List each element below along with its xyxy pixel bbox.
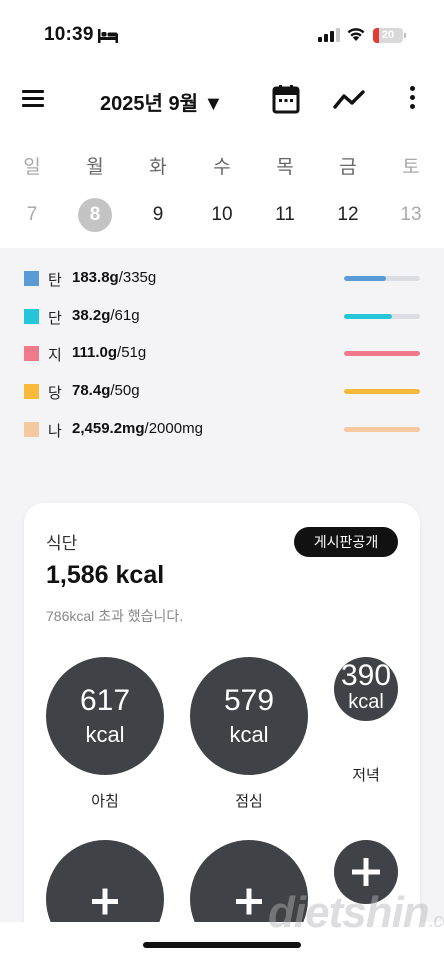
date-12[interactable]: 12	[328, 204, 368, 226]
nutrient-name: 나	[48, 423, 62, 440]
breakfast-kcal: 617	[79, 684, 131, 717]
kcal-unit: kcal	[348, 691, 384, 713]
nutrient-name: 당	[48, 385, 62, 402]
weekday-thu: 목	[276, 157, 294, 178]
dinner-kcal: 390	[340, 659, 392, 692]
nutrient-value: 78.4g/50g	[72, 382, 140, 399]
sugar-swatch	[24, 384, 39, 399]
carbs-swatch	[24, 271, 39, 286]
diet-title: 식단	[46, 534, 78, 553]
weekday-wed: 수	[213, 157, 231, 178]
date-7[interactable]: 7	[12, 204, 52, 226]
nutrient-progress	[344, 276, 420, 281]
date-11[interactable]: 11	[265, 204, 305, 226]
signal-icon	[318, 28, 340, 42]
date-9[interactable]: 9	[138, 204, 178, 226]
nutrient-value: 111.0g/51g	[72, 344, 147, 361]
lunch-label: 점심	[235, 793, 263, 810]
battery-indicator: 20	[373, 28, 403, 43]
nutrient-progress	[344, 314, 420, 319]
over-message: 786kcal 초과 했습니다.	[46, 608, 184, 624]
nutrient-progress	[344, 351, 420, 356]
nutrient-progress-fill	[344, 427, 420, 432]
sodium-swatch	[24, 422, 39, 437]
trend-icon[interactable]	[333, 88, 365, 110]
fat-swatch	[24, 346, 39, 361]
watermark: dietshin.com	[268, 888, 444, 937]
nutrient-progress-fill	[344, 276, 386, 281]
nutrient-value: 2,459.2mg/2000mg	[72, 420, 203, 437]
more-icon[interactable]	[406, 86, 418, 112]
nutrient-name: 탄	[48, 272, 62, 289]
lunch-kcal-circle[interactable]: 579 kcal	[190, 657, 308, 775]
nutrient-value: 38.2g/61g	[72, 307, 140, 324]
status-time: 10:39	[44, 24, 94, 45]
nutrient-row-protein: 단 38.2g/61g	[0, 306, 444, 328]
kcal-unit: kcal	[85, 722, 125, 747]
total-kcal: 1,586 kcal	[46, 561, 165, 589]
nutrient-progress-fill	[344, 389, 420, 394]
home-indicator[interactable]	[143, 942, 301, 948]
nutrient-progress	[344, 427, 420, 432]
nutrient-progress	[344, 389, 420, 394]
date-8[interactable]: 8	[75, 204, 115, 226]
dinner-kcal-circle[interactable]: 390 kcal	[334, 657, 398, 721]
nutrient-row-sugar: 당 78.4g/50g	[0, 381, 444, 403]
weekday-sun: 일	[23, 157, 41, 178]
kcal-unit: kcal	[229, 722, 269, 747]
weekday-mon: 월	[86, 157, 104, 178]
protein-swatch	[24, 309, 39, 324]
breakfast-label: 아침	[91, 793, 119, 810]
date-10[interactable]: 10	[202, 204, 242, 226]
nutrient-name: 지	[48, 347, 62, 364]
weekday-fri: 금	[339, 157, 357, 178]
date-13[interactable]: 13	[391, 204, 431, 226]
nutrient-row-sodium: 나 2,459.2mg/2000mg	[0, 419, 444, 441]
bed-icon	[98, 29, 118, 43]
lunch-kcal: 579	[223, 684, 275, 717]
nutrient-row-carbs: 탄 183.8g/335g	[0, 268, 444, 290]
battery-cap	[404, 33, 406, 38]
nutrient-progress-fill	[344, 351, 420, 356]
week-strip: 일 월 화 수 목 금 토	[0, 132, 444, 248]
breakfast-kcal-circle[interactable]: 617 kcal	[46, 657, 164, 775]
nutrient-name: 단	[48, 310, 62, 327]
menu-icon[interactable]	[22, 90, 44, 108]
dinner-label: 저녁	[352, 767, 380, 784]
status-bar: 10:39 20	[0, 0, 444, 70]
weekday-sat: 토	[402, 157, 420, 178]
share-board-button[interactable]: 게시판공개	[294, 527, 398, 557]
month-selector[interactable]: 2025년 9월 ▼	[100, 87, 223, 116]
battery-level: 20	[381, 29, 395, 41]
nutrient-progress-fill	[344, 314, 392, 319]
nutrient-row-fat: 지 111.0g/51g	[0, 343, 444, 365]
wifi-icon	[347, 28, 365, 41]
app-header: 2025년 9월 ▼	[0, 70, 444, 132]
calendar-icon[interactable]	[272, 84, 300, 114]
weekday-tue: 화	[149, 157, 167, 178]
nutrient-value: 183.8g/335g	[72, 269, 157, 286]
